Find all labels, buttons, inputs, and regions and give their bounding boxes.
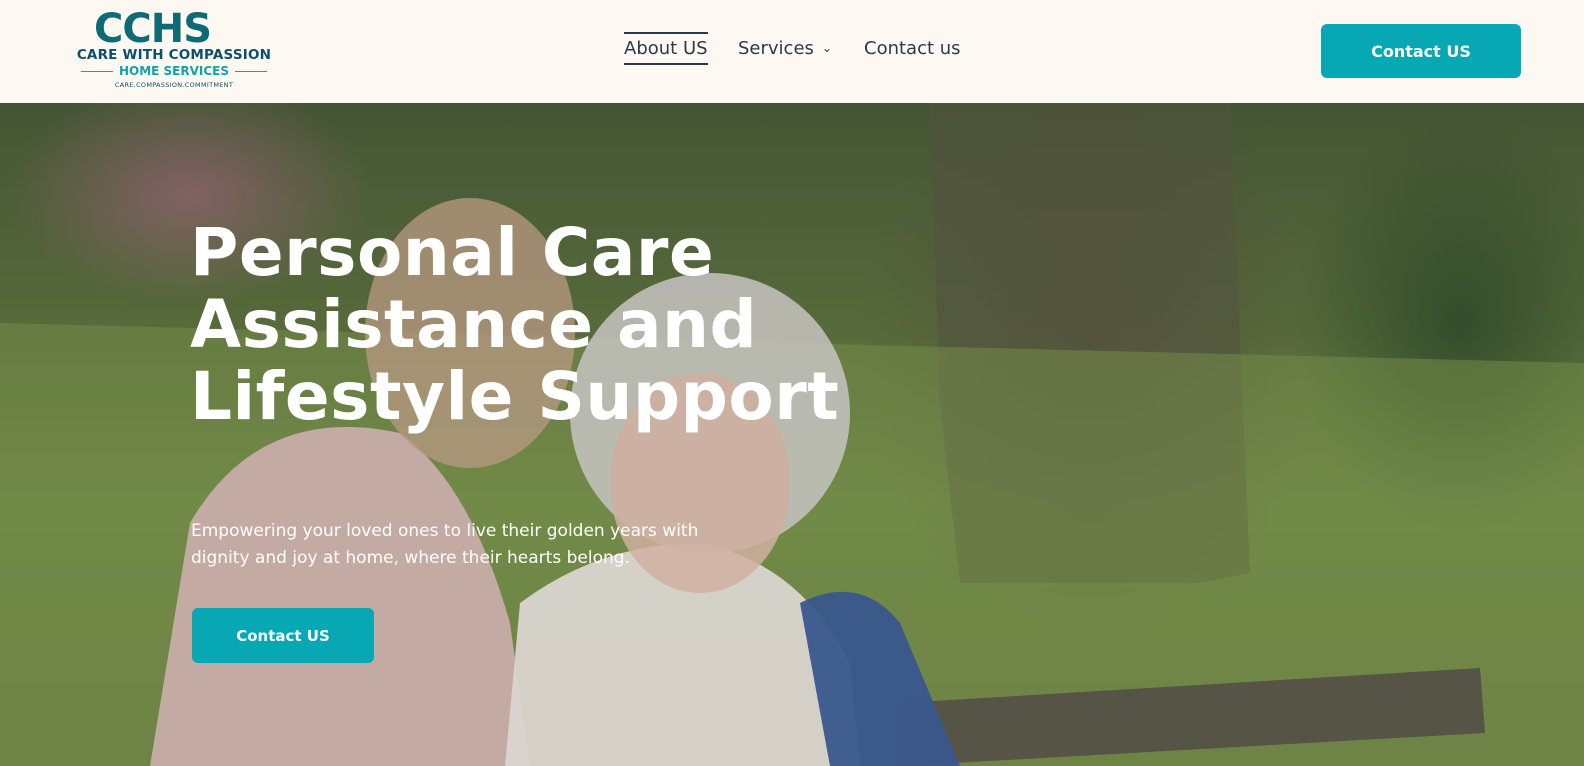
hero-contact-button[interactable]: Contact US [192,608,374,663]
hero-subtitle: Empowering your loved ones to live their… [191,521,699,568]
hero-title: Personal Care Assistance and Lifestyle S… [190,217,890,433]
chevron-down-icon: ⌄ [821,41,832,55]
hero-title-line: Assistance and [190,286,758,363]
nav-item-about-us[interactable]: About US [624,32,708,65]
hero-title-line: Personal Care [190,214,715,291]
header-contact-button[interactable]: Contact US [1321,24,1521,78]
logo-tagline: CARE.COMPASSION.COMMITMENT [114,81,234,89]
logo-mark: CCHS [94,6,212,52]
nav-item-services-label: Services [738,38,814,59]
logo-text-line2: HOME SERVICES [56,64,292,78]
logo-text-line1: CARE WITH COMPASSION [76,47,272,63]
site-logo[interactable]: CCHS CARE WITH COMPASSION HOME SERVICES … [56,6,292,90]
hero-title-line: Lifestyle Support [190,358,840,435]
site-header: CCHS CARE WITH COMPASSION HOME SERVICES … [0,0,1584,103]
nav-item-contact-us[interactable]: Contact us [864,38,961,59]
nav-item-services[interactable]: Services ⌄ [738,38,832,59]
hero-section: Personal Care Assistance and Lifestyle S… [0,103,1584,766]
